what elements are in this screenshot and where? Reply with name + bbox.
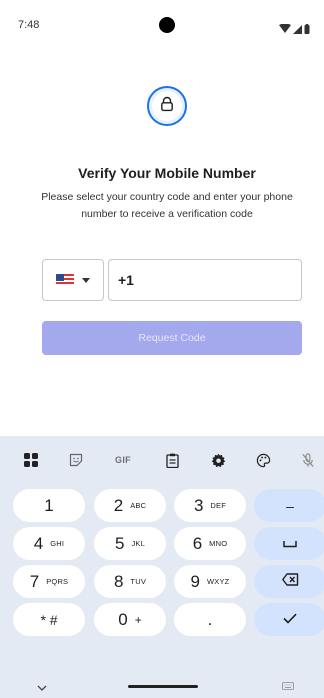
key-space[interactable] [254, 527, 324, 560]
camera-cutout [159, 17, 175, 33]
key-backspace[interactable] [254, 565, 324, 598]
palette-icon[interactable] [251, 448, 275, 472]
page-subtitle: Please select your country code and ente… [41, 191, 293, 220]
navigation-bar [0, 670, 324, 698]
key-0[interactable]: 0 + [94, 603, 166, 636]
key-sublabel: JKL [131, 539, 145, 548]
us-flag-icon [56, 274, 74, 286]
lock-icon [159, 96, 175, 117]
key-6[interactable]: 6 MNO [174, 527, 246, 560]
chevron-down-icon [82, 277, 90, 283]
signal-icon [293, 21, 302, 39]
request-code-button[interactable]: Request Code [42, 321, 302, 355]
key-sublabel: + [134, 612, 142, 627]
key-sublabel: GHI [50, 539, 65, 548]
key-label: 4 [33, 533, 44, 553]
key-label: 9 [190, 571, 200, 591]
key-label: 2 [113, 495, 124, 515]
key-1[interactable]: 1 [13, 489, 85, 522]
key-label: 5 [115, 533, 125, 553]
key-minus[interactable]: – [254, 489, 324, 522]
key-done[interactable] [254, 603, 324, 636]
keyboard-switch-icon[interactable] [282, 677, 294, 695]
key-period[interactable]: . [174, 603, 246, 636]
phone-number-input[interactable] [108, 259, 302, 301]
sticker-icon[interactable] [64, 448, 88, 472]
key-sublabel: TUV [130, 577, 147, 586]
key-8[interactable]: 8 TUV [94, 565, 166, 598]
gif-button[interactable]: GIF [111, 448, 135, 472]
check-icon [283, 611, 297, 629]
key-label: 6 [192, 533, 203, 553]
key-9[interactable]: 9 WXYZ [174, 565, 246, 598]
settings-icon[interactable] [206, 448, 230, 472]
key-label: 0 [118, 609, 128, 629]
space-icon [283, 535, 297, 553]
key-sublabel: WXYZ [207, 577, 230, 586]
key-label: . [207, 609, 213, 629]
status-time: 7:48 [18, 19, 40, 31]
key-sublabel: PQRS [46, 577, 69, 586]
wifi-icon [279, 21, 291, 39]
key-sublabel: DEF [210, 501, 227, 510]
key-7[interactable]: 7 PQRS [13, 565, 85, 598]
key-label: 3 [193, 495, 204, 515]
key-label: – [286, 497, 294, 514]
key-label: 1 [44, 495, 54, 515]
mic-off-icon[interactable] [296, 448, 320, 472]
key-2[interactable]: 2 ABC [94, 489, 166, 522]
key-label: 8 [113, 571, 124, 591]
status-icons [279, 21, 310, 39]
key-4[interactable]: 4 GHI [13, 527, 85, 560]
key-label: * # [40, 611, 58, 628]
key-sublabel: MNO [209, 539, 228, 548]
clipboard-icon[interactable] [160, 448, 184, 472]
key-star-hash[interactable]: * # [13, 603, 85, 636]
backspace-icon [281, 572, 299, 591]
lock-badge [147, 86, 187, 126]
home-indicator[interactable] [128, 685, 198, 688]
apps-grid-icon[interactable] [19, 448, 43, 472]
key-5[interactable]: 5 JKL [94, 527, 166, 560]
page-title: Verify Your Mobile Number [78, 165, 256, 181]
key-label: 7 [29, 571, 40, 591]
status-bar: 7:48 [0, 0, 324, 40]
battery-icon [304, 21, 310, 39]
country-code-select[interactable] [42, 259, 104, 301]
keyboard-toolbar: GIF [0, 436, 324, 484]
chevron-down-icon[interactable] [37, 678, 47, 696]
key-3[interactable]: 3 DEF [174, 489, 246, 522]
key-sublabel: ABC [130, 501, 147, 510]
numeric-keyboard: GIF 1 2 ABC 3 DEF – 4 GHI 5 JKL 6 MNO 7 … [0, 436, 324, 698]
